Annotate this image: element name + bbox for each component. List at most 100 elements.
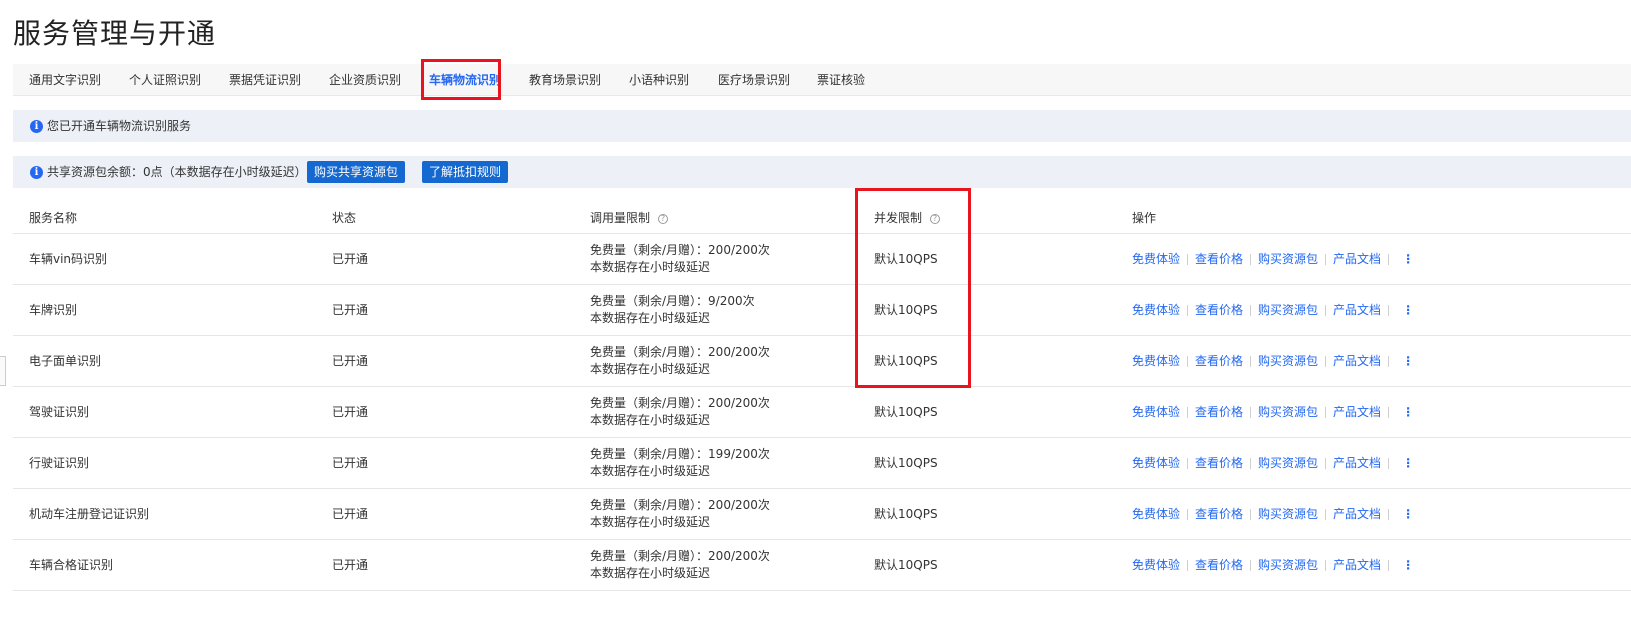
more-options-icon[interactable]: ⋮ <box>1402 234 1414 285</box>
page-title: 服务管理与开通 <box>13 17 217 50</box>
more-options-icon[interactable]: ⋮ <box>1402 540 1414 591</box>
buy-package-link[interactable]: 购买资源包 <box>1258 405 1318 419</box>
quota-info: 免费量（剩余/月赠）：9/200次 本数据存在小时级延迟 <box>590 293 755 327</box>
buy-package-link[interactable]: 购买资源包 <box>1258 558 1318 572</box>
help-icon[interactable]: ? <box>930 213 941 224</box>
divider <box>1187 254 1189 265</box>
quota-delay-note: 本数据存在小时级延迟 <box>590 362 711 376</box>
divider <box>1250 305 1252 316</box>
notice-text: 您已开通车辆物流识别服务 <box>47 119 192 133</box>
table-row: 驾驶证识别 已开通 免费量（剩余/月赠）：200/200次 本数据存在小时级延迟 默认1… <box>13 387 1631 438</box>
tab-ticket-verification[interactable]: 票证核验 <box>817 64 865 96</box>
divider <box>1250 560 1252 571</box>
divider <box>1325 305 1327 316</box>
quota-delay-note: 本数据存在小时级延迟 <box>590 260 711 274</box>
free-trial-link[interactable]: 免费体验 <box>1132 456 1180 470</box>
divider <box>1325 407 1327 418</box>
quota-text: 免费量（剩余/月赠）：200/200次 <box>590 396 770 410</box>
quota-delay-note: 本数据存在小时级延迟 <box>590 566 711 580</box>
tab-personal-id[interactable]: 个人证照识别 <box>129 64 201 96</box>
quota-delay-note: 本数据存在小时级延迟 <box>590 464 711 478</box>
divider <box>1388 305 1390 316</box>
product-docs-link[interactable]: 产品文档 <box>1333 456 1381 470</box>
product-docs-link[interactable]: 产品文档 <box>1333 252 1381 266</box>
divider <box>1250 356 1252 367</box>
more-options-icon[interactable]: ⋮ <box>1402 336 1414 387</box>
more-options-icon[interactable]: ⋮ <box>1402 438 1414 489</box>
concurrency-limit: 默认10QPS <box>874 405 938 419</box>
free-trial-link[interactable]: 免费体验 <box>1132 507 1180 521</box>
more-options-icon[interactable]: ⋮ <box>1402 285 1414 336</box>
table-row: 行驶证识别 已开通 免费量（剩余/月赠）：199/200次 本数据存在小时级延迟 默认1… <box>13 438 1631 489</box>
divider <box>1388 254 1390 265</box>
product-docs-link[interactable]: 产品文档 <box>1333 354 1381 368</box>
service-name: 机动车注册登记证识别 <box>29 507 150 521</box>
service-status: 已开通 <box>332 507 369 521</box>
table-row: 车牌识别 已开通 免费量（剩余/月赠）：9/200次 本数据存在小时级延迟 默认10QP… <box>13 285 1631 336</box>
quota-text: 免费量（剩余/月赠）：200/200次 <box>590 345 770 359</box>
concurrency-limit: 默认10QPS <box>874 252 938 266</box>
quota-info: 免费量（剩余/月赠）：200/200次 本数据存在小时级延迟 <box>590 344 770 378</box>
service-notice: i 您已开通车辆物流识别服务 <box>13 110 1631 142</box>
tab-education[interactable]: 教育场景识别 <box>529 64 601 96</box>
row-actions: 免费体验 查看价格 购买资源包 产品文档 ⋮ <box>1132 489 1414 540</box>
buy-package-link[interactable]: 购买资源包 <box>1258 303 1318 317</box>
divider <box>1187 356 1189 367</box>
service-name: 驾驶证识别 <box>29 405 90 419</box>
view-price-link[interactable]: 查看价格 <box>1195 354 1243 368</box>
buy-package-link[interactable]: 购买资源包 <box>1258 507 1318 521</box>
free-trial-link[interactable]: 免费体验 <box>1132 558 1180 572</box>
more-options-icon[interactable]: ⋮ <box>1402 387 1414 438</box>
free-trial-link[interactable]: 免费体验 <box>1132 303 1180 317</box>
quota-info: 免费量（剩余/月赠）：200/200次 本数据存在小时级延迟 <box>590 497 770 531</box>
free-trial-link[interactable]: 免费体验 <box>1132 252 1180 266</box>
tab-minor-languages[interactable]: 小语种识别 <box>629 64 689 96</box>
concurrency-limit: 默认10QPS <box>874 558 938 572</box>
tab-vehicle-logistics[interactable]: 车辆物流识别 <box>429 64 501 96</box>
table-row: 车辆合格证识别 已开通 免费量（剩余/月赠）：200/200次 本数据存在小时级延迟 默… <box>13 540 1631 591</box>
tab-medical[interactable]: 医疗场景识别 <box>718 64 790 96</box>
service-name: 车辆合格证识别 <box>29 558 114 572</box>
service-status: 已开通 <box>332 252 369 266</box>
row-actions: 免费体验 查看价格 购买资源包 产品文档 ⋮ <box>1132 234 1414 285</box>
view-price-link[interactable]: 查看价格 <box>1195 456 1243 470</box>
view-price-link[interactable]: 查看价格 <box>1195 252 1243 266</box>
service-status: 已开通 <box>332 405 369 419</box>
view-price-link[interactable]: 查看价格 <box>1195 405 1243 419</box>
service-status: 已开通 <box>332 354 369 368</box>
service-status: 已开通 <box>332 303 369 317</box>
more-options-icon[interactable]: ⋮ <box>1402 489 1414 540</box>
view-price-link[interactable]: 查看价格 <box>1195 303 1243 317</box>
side-collapse-handle[interactable] <box>0 356 6 386</box>
view-price-link[interactable]: 查看价格 <box>1195 558 1243 572</box>
quota-text: 免费量（剩余/月赠）：200/200次 <box>590 498 770 512</box>
help-icon[interactable]: ? <box>658 213 669 224</box>
service-name: 车牌识别 <box>29 303 78 317</box>
deduction-rules-button[interactable]: 了解抵扣规则 <box>422 161 509 183</box>
product-docs-link[interactable]: 产品文档 <box>1333 507 1381 521</box>
product-docs-link[interactable]: 产品文档 <box>1333 558 1381 572</box>
divider <box>1187 407 1189 418</box>
header-status: 状态 <box>332 211 357 225</box>
tab-receipts[interactable]: 票据凭证识别 <box>229 64 301 96</box>
header-quota: 调用量限制? <box>590 203 669 234</box>
divider <box>1325 356 1327 367</box>
quota-text: 免费量（剩余/月赠）：199/200次 <box>590 447 770 461</box>
quota-text: 免费量（剩余/月赠）：200/200次 <box>590 243 770 257</box>
divider <box>1250 407 1252 418</box>
buy-package-link[interactable]: 购买资源包 <box>1258 354 1318 368</box>
free-trial-link[interactable]: 免费体验 <box>1132 354 1180 368</box>
view-price-link[interactable]: 查看价格 <box>1195 507 1243 521</box>
concurrency-limit: 默认10QPS <box>874 507 938 521</box>
tab-enterprise[interactable]: 企业资质识别 <box>329 64 401 96</box>
product-docs-link[interactable]: 产品文档 <box>1333 303 1381 317</box>
buy-shared-package-button[interactable]: 购买共享资源包 <box>307 161 406 183</box>
tab-general-ocr[interactable]: 通用文字识别 <box>29 64 101 96</box>
buy-package-link[interactable]: 购买资源包 <box>1258 252 1318 266</box>
divider <box>1388 458 1390 469</box>
quota-delay-note: 本数据存在小时级延迟 <box>590 311 711 325</box>
product-docs-link[interactable]: 产品文档 <box>1333 405 1381 419</box>
buy-package-link[interactable]: 购买资源包 <box>1258 456 1318 470</box>
free-trial-link[interactable]: 免费体验 <box>1132 405 1180 419</box>
divider <box>1250 458 1252 469</box>
